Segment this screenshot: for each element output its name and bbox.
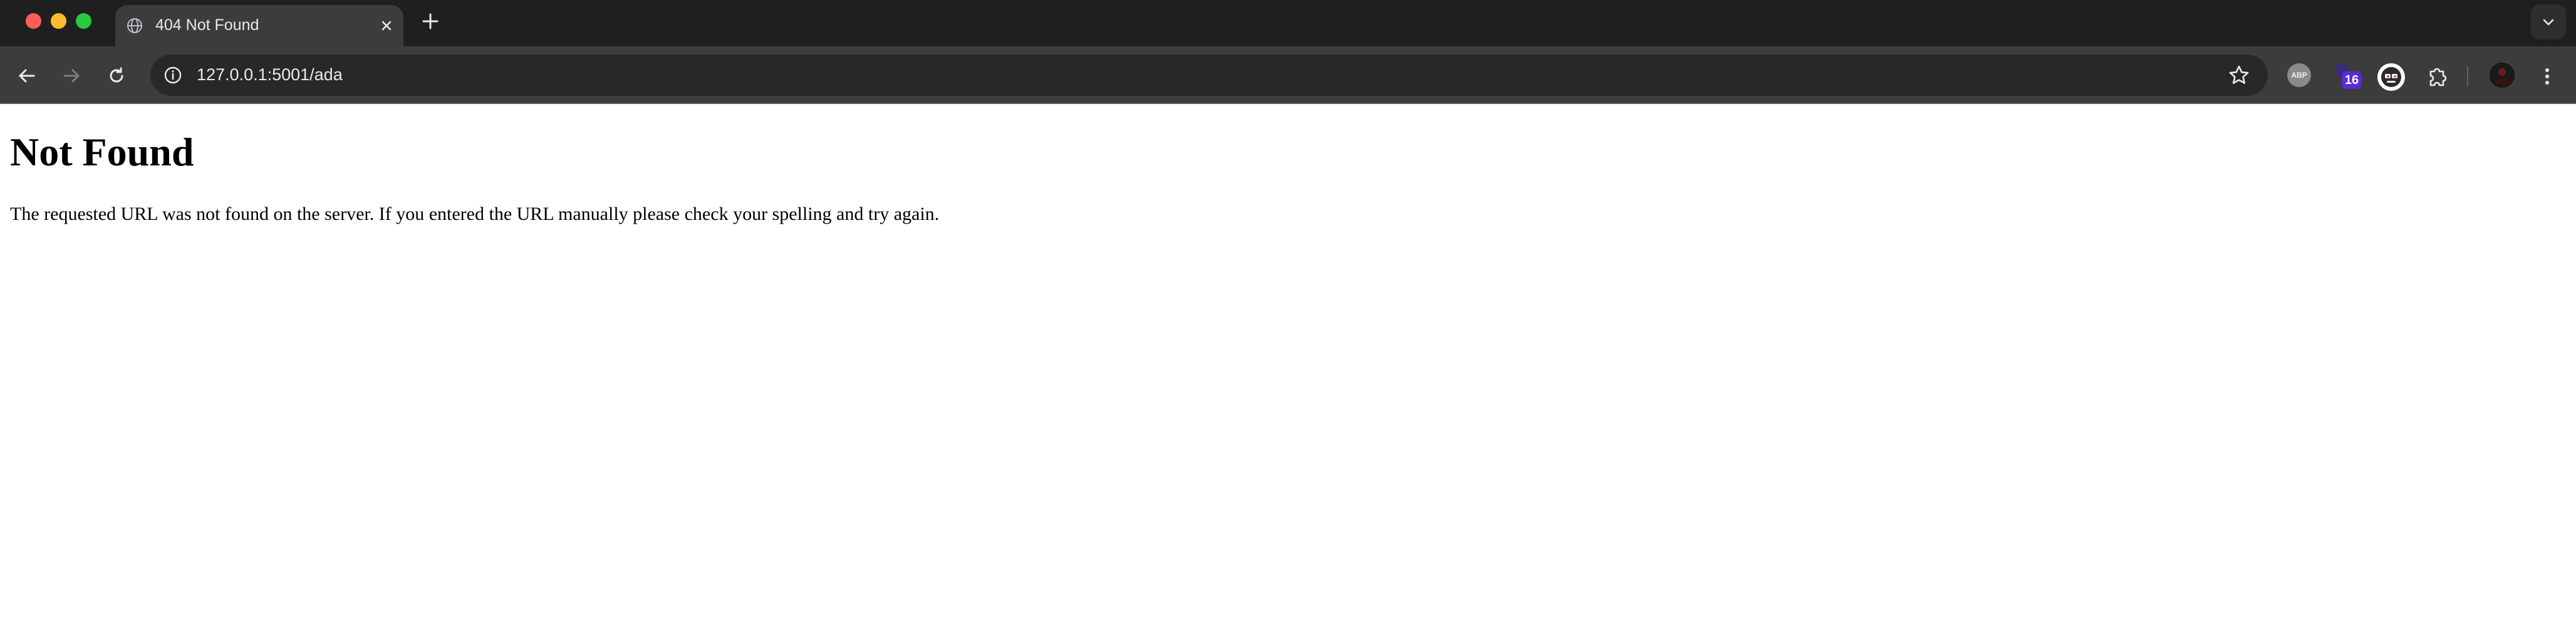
forward-arrow-icon[interactable] [60,65,83,87]
reload-icon[interactable] [105,65,128,87]
profile-avatar[interactable] [2490,63,2515,88]
avatar-icon [2490,63,2514,87]
error-message: The requested URL was not found on the s… [10,204,940,224]
bookmark-star-icon[interactable] [2228,64,2250,86]
extension-with-badge[interactable]: 16 [2333,61,2367,93]
chevron-down-icon [2543,19,2554,26]
face-extension-icon[interactable] [2377,63,2405,91]
window-maximize-button[interactable] [76,13,91,29]
page-content: Not Found The requested URL was not foun… [0,104,2576,634]
window-minimize-button[interactable] [51,13,66,29]
toolbar-separator [2467,66,2468,86]
address-bar[interactable]: 127.0.0.1:5001/ada [150,55,2268,96]
new-tab-plus-icon[interactable] [421,12,440,31]
globe-icon [127,18,142,33]
site-info-icon[interactable] [163,65,183,85]
back-arrow-icon[interactable] [16,65,38,87]
close-tab-icon[interactable] [378,17,395,34]
page-title: Not Found [10,130,194,174]
adblock-extension-icon[interactable]: ABP [2287,63,2311,87]
url-text[interactable]: 127.0.0.1:5001/ada [197,65,343,85]
tab-title: 404 Not Found [155,16,259,34]
tab-search-button[interactable] [2531,4,2566,39]
tab-strip: 404 Not Found [0,0,2576,46]
extensions-puzzle-icon[interactable] [2424,64,2449,89]
browser-toolbar: 127.0.0.1:5001/ada ABP 16 [0,46,2576,104]
window-close-button[interactable] [26,13,41,29]
face-icon [2381,67,2401,87]
extension-badge: 16 [2342,71,2362,89]
active-tab[interactable]: 404 Not Found [115,5,403,46]
more-vertical-icon[interactable] [2540,64,2555,89]
